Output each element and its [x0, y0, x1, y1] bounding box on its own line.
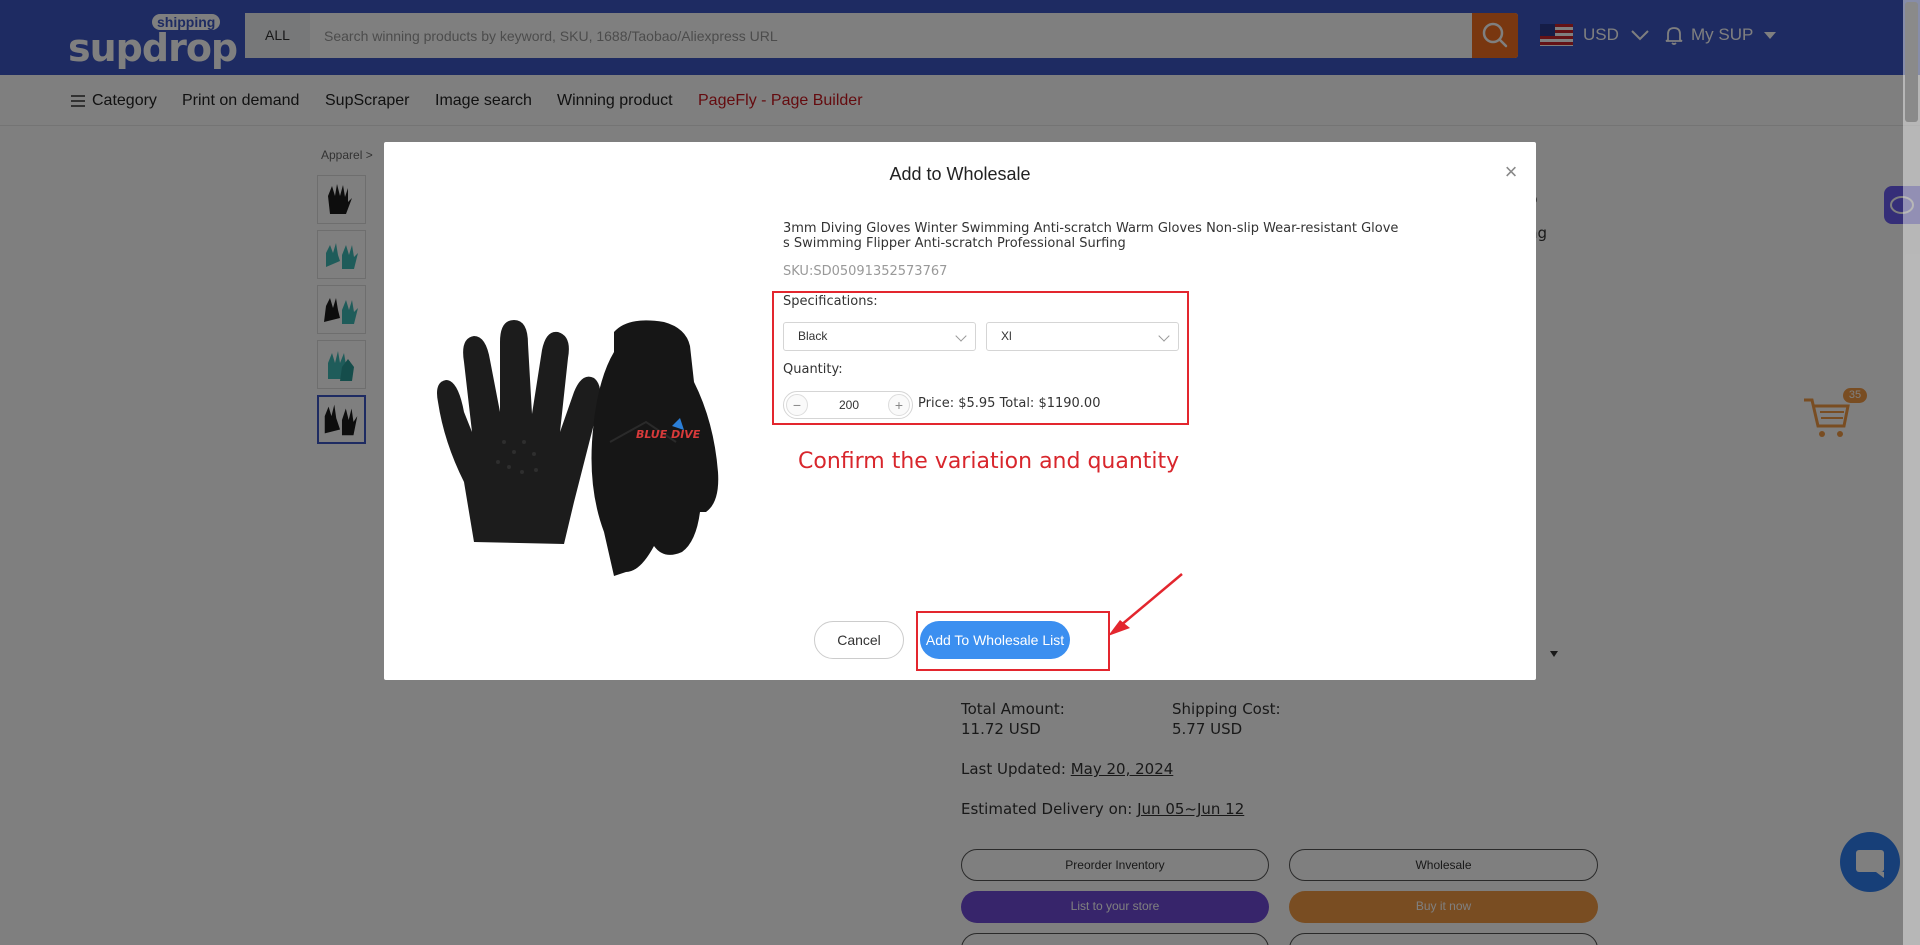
annotation-text: Confirm the variation and quantity	[798, 449, 1180, 474]
product-title: 3mm Diving Gloves Winter Swimming Anti-s…	[783, 221, 1399, 251]
add-to-wholesale-dialog: Add to Wholesale × BLUE DIVE 3mm Diving …	[384, 142, 1536, 680]
product-sku: SKU:SD05091352573767	[783, 264, 948, 279]
close-icon[interactable]: ×	[1501, 161, 1521, 183]
product-image: BLUE DIVE	[414, 242, 744, 582]
highlight-box-button	[916, 611, 1110, 671]
product-brand-label: BLUE DIVE	[636, 428, 701, 441]
page-scrollbar[interactable]	[1903, 0, 1920, 945]
highlight-box-spec	[772, 291, 1189, 425]
dialog-title: Add to Wholesale	[889, 164, 1031, 184]
scrollbar-thumb[interactable]	[1905, 2, 1918, 122]
diving-gloves-image: BLUE DIVE	[437, 320, 719, 576]
annotation-arrow-icon	[1108, 573, 1183, 636]
cancel-button[interactable]: Cancel	[814, 621, 904, 659]
